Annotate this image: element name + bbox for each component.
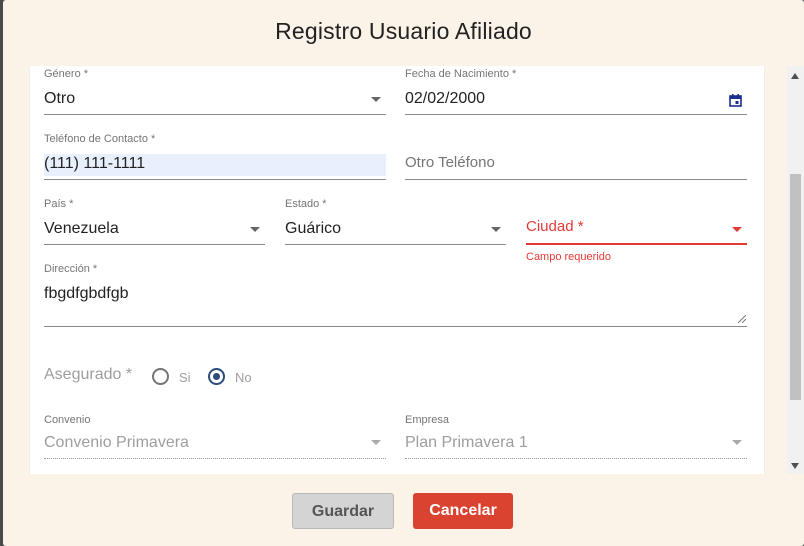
empresa-label: Empresa [405,414,450,426]
pais-label: País * [44,198,74,210]
scroll-down-arrow-icon[interactable] [791,463,799,469]
estado-select[interactable]: Estado * Guárico [285,198,506,246]
chevron-down-icon [250,227,260,232]
genero-underline [44,114,386,115]
fecha-underline [405,114,747,115]
convenio-underline [44,458,386,459]
pais-value: Venezuela [44,220,119,237]
telefono-label: Teléfono de Contacto * [44,133,156,145]
direccion-label: Dirección * [44,263,98,275]
cancelar-button[interactable]: Cancelar [413,493,513,529]
chevron-down-icon [371,440,381,445]
calendar-icon[interactable] [729,94,742,107]
chevron-down-icon [732,440,742,445]
scrollbar-thumb[interactable] [790,174,801,400]
register-dialog: Registro Usuario Afiliado Género * Otro … [3,0,804,546]
empresa-value: Plan Primavera 1 [405,434,528,451]
direccion-value: fbgdfgbdfgb [44,285,129,302]
asegurado-label: Asegurado * [44,366,133,383]
radio-si[interactable] [152,368,169,385]
fecha-value: 02/02/2000 [405,90,486,107]
convenio-select[interactable]: Convenio Convenio Primavera [44,414,386,462]
telefono-input[interactable]: Teléfono de Contacto * (111) 111-1111 [44,133,386,181]
direccion-textarea[interactable]: Dirección * fbgdfgbdfgb [44,263,747,329]
chevron-down-icon [732,227,742,232]
chevron-down-icon [371,97,381,102]
genero-label: Género * [44,68,89,80]
pais-select[interactable]: País * Venezuela [44,198,265,246]
ciudad-select[interactable]: Ciudad * Campo requerido [526,198,747,268]
fecha-nacimiento-field[interactable]: Fecha de Nacimiento * 02/02/2000 [405,68,747,116]
genero-select[interactable]: Género * Otro [44,68,386,116]
convenio-label: Convenio [44,414,91,426]
ciudad-error: Campo requerido [526,251,611,263]
fecha-label: Fecha de Nacimiento * [405,68,517,80]
radio-si-label[interactable]: Si [179,370,191,385]
guardar-button[interactable]: Guardar [292,493,394,529]
radio-no[interactable] [208,368,225,385]
convenio-value: Convenio Primavera [44,434,189,451]
direccion-underline [44,326,747,327]
genero-value: Otro [44,90,76,107]
estado-label: Estado * [285,198,327,210]
empresa-select[interactable]: Empresa Plan Primavera 1 [405,414,747,462]
resize-handle-icon[interactable] [738,315,746,323]
telefono-underline [44,179,386,180]
ciudad-label: Ciudad * [526,218,584,235]
empresa-underline [405,458,747,459]
scroll-up-arrow-icon[interactable] [791,73,799,79]
dialog-title: Registro Usuario Afiliado [275,18,532,44]
telefono-value: (111) 111-1111 [44,155,146,172]
scrollbar[interactable] [787,66,804,474]
otro-telefono-input[interactable]: Otro Teléfono [405,133,747,181]
ciudad-underline [526,243,747,245]
radio-no-label[interactable]: No [235,370,252,385]
pais-underline [44,244,265,245]
estado-underline [285,244,506,245]
otro-telefono-placeholder: Otro Teléfono [405,154,495,171]
asegurado-group: Asegurado * Si No [44,364,444,390]
chevron-down-icon [491,227,501,232]
form-scroll-area[interactable]: Género * Otro Fecha de Nacimiento * 02/0… [29,66,765,474]
otro-telefono-underline [405,179,747,180]
estado-value: Guárico [285,220,342,237]
